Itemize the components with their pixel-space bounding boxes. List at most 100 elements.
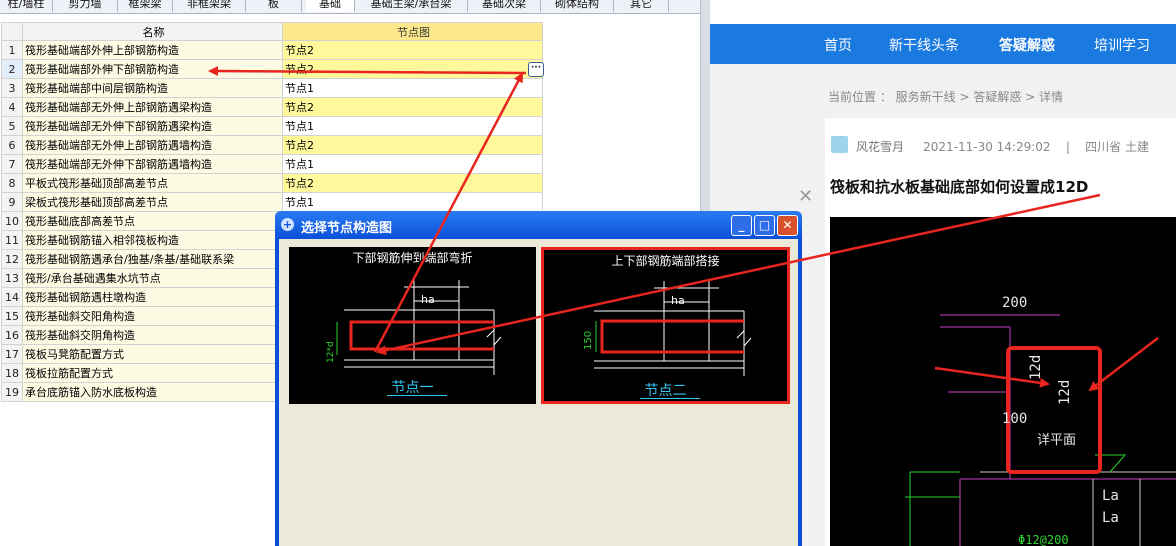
row-number: 9 (1, 192, 23, 212)
row-node-cell[interactable]: 节点2 (282, 40, 543, 60)
cad-detail-image: 200 12d 12d 100 详平面 La La Φ12@200 (830, 217, 1176, 546)
minimize-button[interactable]: _ (731, 215, 752, 236)
row-name-cell[interactable]: 平板式筏形基础顶部高差节点 (22, 173, 283, 193)
node-1-dim-side: 12*d (326, 341, 336, 363)
row-node-cell[interactable]: 节点2 (282, 135, 543, 155)
tab-foundation-secondary-beam[interactable]: 基础次梁 (468, 0, 541, 12)
tab-masonry[interactable]: 砌体结构 (541, 0, 614, 12)
row-node-cell[interactable]: 节点2 (282, 59, 543, 79)
tab-other[interactable]: 其它 (614, 0, 669, 12)
select-node-dialog: + 选择节点构造图 _ □ ✕ 下部钢筋伸到端部弯折 ha 12*d 节点一 上… (275, 211, 802, 546)
main-navigation: 首页 新干线头条 答疑解惑 培训学习 (710, 24, 1176, 64)
table-row[interactable]: 5 筏形基础端部无外伸下部钢筋遇梁构造 节点1 (1, 116, 543, 136)
row-name-cell[interactable]: 筏形基础斜交阴角构造 (22, 325, 283, 345)
row-number: 14 (1, 287, 23, 307)
table-row[interactable]: 6 筏形基础端部无外伸上部钢筋遇墙构造 节点2 (1, 135, 543, 155)
tab-column[interactable]: 柱/墙柱 (0, 0, 53, 12)
tab-frame-beam[interactable]: 框架梁 (118, 0, 173, 12)
tab-nonframe-beam[interactable]: 非框架梁 (173, 0, 246, 12)
row-number: 19 (1, 382, 23, 402)
close-button[interactable]: ✕ (777, 215, 798, 236)
node-option-1-label[interactable]: 节点一 (289, 377, 536, 397)
row-name-cell[interactable]: 筏形基础端部无外伸上部钢筋遇梁构造 (22, 97, 283, 117)
row-name-cell[interactable]: 筏形基础端部无外伸上部钢筋遇墙构造 (22, 135, 283, 155)
cad-label-12d-right: 12d (1057, 380, 1073, 405)
row-node-cell[interactable]: 节点2 (282, 173, 543, 193)
row-number: 12 (1, 249, 23, 269)
row-name-cell[interactable]: 承台底筋锚入防水底板构造 (22, 382, 283, 402)
node-2-dim-side: 150 (583, 331, 594, 350)
table-row[interactable]: 7 筏形基础端部无外伸下部钢筋遇墙构造 节点1 (1, 154, 543, 174)
node-1-underline (387, 395, 447, 396)
row-name-cell[interactable]: 筏形/承台基础遇集水坑节点 (22, 268, 283, 288)
table-row[interactable]: 3 筏形基础端部中间层钢筋构造 节点1 (1, 78, 543, 98)
node-1-dim-ha: ha (421, 293, 435, 306)
breadcrumb: 当前位置 ： 服务新干线 > 答疑解惑 > 详情 (828, 90, 1063, 104)
tab-slab[interactable]: 板 (246, 0, 302, 12)
row-name-cell[interactable]: 筏形基础斜交阳角构造 (22, 306, 283, 326)
row-number: 3 (1, 78, 23, 98)
cad-label-100: 100 (1002, 411, 1027, 427)
node-2-underline (640, 398, 700, 399)
table-row[interactable]: 2 筏形基础端部外伸下部钢筋构造 节点2 (1, 59, 543, 79)
row-node-cell[interactable]: 节点2 (282, 97, 543, 117)
nav-qa[interactable]: 答疑解惑 (999, 35, 1055, 55)
tab-foundation-main-beam[interactable]: 基础主梁/承台梁 (355, 0, 468, 12)
nav-home[interactable]: 首页 (824, 35, 852, 55)
row-name-cell[interactable]: 筏板马凳筋配置方式 (22, 344, 283, 364)
row-number: 6 (1, 135, 23, 155)
cad-label-rebar: Φ12@200 (1018, 533, 1069, 546)
table-row[interactable]: 8 平板式筏形基础顶部高差节点 节点2 (1, 173, 543, 193)
nav-headlines[interactable]: 新干线头条 (889, 35, 959, 55)
row-number: 11 (1, 230, 23, 250)
node-2-dim-ha: ha (671, 294, 685, 307)
row-name-cell[interactable]: 筏形基础钢筋遇承台/独基/条基/基础联系梁 (22, 249, 283, 269)
page-top-strip (710, 0, 1176, 24)
article-title: 筏板和抗水板基础底部如何设置成12D (830, 178, 1089, 196)
row-number: 7 (1, 154, 23, 174)
node-option-1[interactable]: 下部钢筋伸到端部弯折 ha 12*d 节点一 (289, 247, 536, 404)
nav-training[interactable]: 培训学习 (1094, 35, 1150, 55)
browse-node-button[interactable]: ··· (528, 62, 544, 77)
row-name-cell[interactable]: 筏形基础端部中间层钢筋构造 (22, 78, 283, 98)
row-name-cell[interactable]: 筏形基础端部无外伸下部钢筋遇梁构造 (22, 116, 283, 136)
row-name-cell[interactable]: 筏形基础端部无外伸下部钢筋遇墙构造 (22, 154, 283, 174)
tab-shear-wall[interactable]: 剪力墙 (53, 0, 118, 12)
row-number-header (1, 22, 23, 41)
table-row[interactable]: 1 筏形基础端部外伸上部钢筋构造 节点2 (1, 40, 543, 60)
row-name-cell[interactable]: 梁板式筏形基础顶部高差节点 (22, 192, 283, 212)
row-node-cell[interactable]: 节点1 (282, 116, 543, 136)
close-icon[interactable]: ✕ (798, 186, 813, 207)
dialog-titlebar[interactable]: + 选择节点构造图 _ □ ✕ (275, 211, 802, 239)
row-number: 2 (1, 59, 23, 79)
node-option-2-label[interactable]: 节点二 (544, 380, 787, 400)
node-1-diagram: ha 12*d (326, 280, 502, 375)
table-row[interactable]: 9 梁板式筏形基础顶部高差节点 节点1 (1, 192, 543, 212)
row-name-cell[interactable]: 筏形基础钢筋锚入相邻筏板构造 (22, 230, 283, 250)
row-node-cell[interactable]: 节点1 (282, 154, 543, 174)
maximize-button[interactable]: □ (754, 215, 775, 236)
row-node-cell[interactable]: 节点1 (282, 192, 543, 212)
node-option-2[interactable]: 上下部钢筋端部搭接 ha 150 节点二 (541, 247, 790, 404)
row-name-cell[interactable]: 筏板拉筋配置方式 (22, 363, 283, 383)
table-row[interactable]: 4 筏形基础端部无外伸上部钢筋遇梁构造 节点2 (1, 97, 543, 117)
avatar[interactable] (831, 136, 848, 153)
name-column-header[interactable]: 名称 (22, 22, 283, 41)
author-name[interactable]: 风花雪月 (856, 140, 904, 154)
cad-label-la-1: La (1102, 488, 1119, 504)
row-number: 10 (1, 211, 23, 231)
row-number: 4 (1, 97, 23, 117)
post-date: 2021-11-30 14:29:02 (923, 140, 1051, 154)
row-name-cell[interactable]: 筏形基础钢筋遇柱墩构造 (22, 287, 283, 307)
cad-label-detail-plan: 详平面 (1037, 433, 1076, 448)
row-node-cell[interactable]: 节点1 (282, 78, 543, 98)
row-name-cell[interactable]: 筏形基础底部高差节点 (22, 211, 283, 231)
cad-highlight-box (1006, 346, 1102, 474)
node-column-header[interactable]: 节点图 (282, 22, 543, 41)
tab-foundation[interactable]: 基础 (306, 0, 355, 12)
row-name-cell[interactable]: 筏形基础端部外伸上部钢筋构造 (22, 40, 283, 60)
row-name-cell[interactable]: 筏形基础端部外伸下部钢筋构造 (22, 59, 283, 79)
cad-label-12d-left: 12d (1028, 355, 1044, 380)
row-number: 1 (1, 40, 23, 60)
dialog-title: 选择节点构造图 (301, 221, 393, 236)
